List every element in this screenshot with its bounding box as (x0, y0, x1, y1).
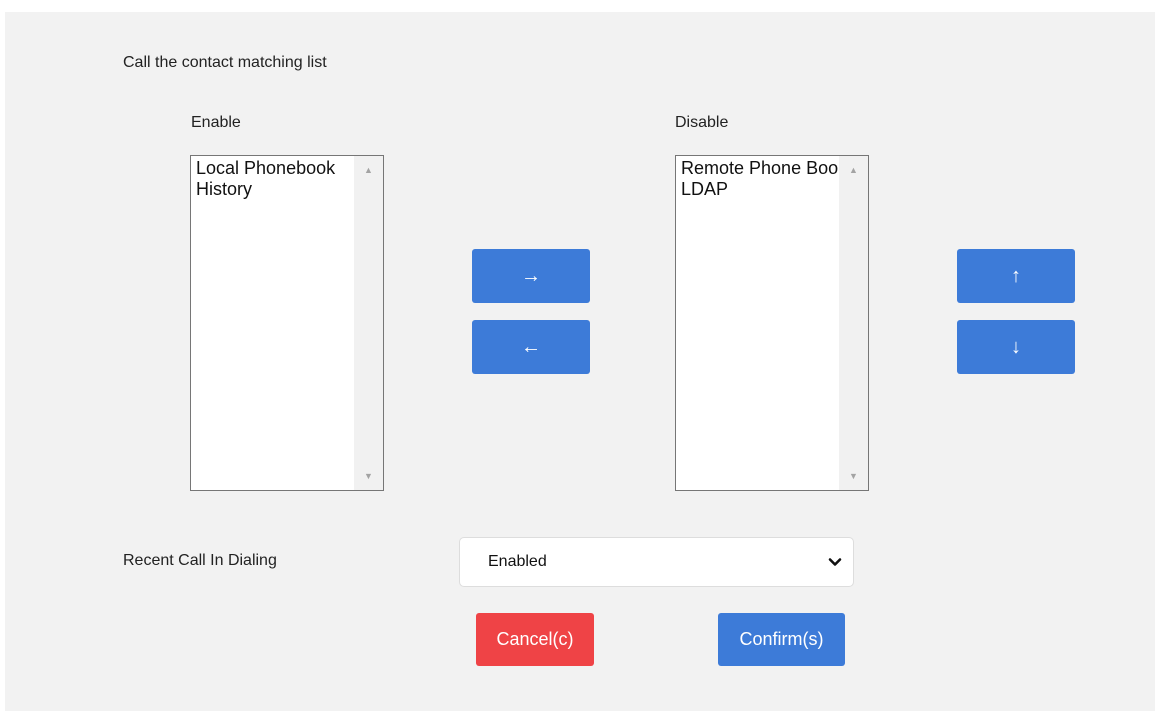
enable-label: Enable (191, 114, 241, 131)
recent-call-select-value: Enabled (488, 553, 547, 570)
enable-list-items: Local Phonebook History (191, 156, 354, 490)
enable-listbox[interactable]: Local Phonebook History ▲ ▼ (190, 155, 384, 491)
disable-listbox[interactable]: Remote Phone Book LDAP ▲ ▼ (675, 155, 869, 491)
move-left-button[interactable]: ← (472, 320, 590, 374)
scroll-up-icon[interactable]: ▲ (839, 161, 868, 179)
scroll-up-icon[interactable]: ▲ (354, 161, 383, 179)
move-up-button[interactable]: ↑ (957, 249, 1075, 303)
cancel-button[interactable]: Cancel(c) (476, 613, 594, 666)
recent-call-label: Recent Call In Dialing (123, 552, 277, 569)
enable-list-item[interactable]: Local Phonebook (191, 158, 354, 179)
enable-scrollbar[interactable]: ▲ ▼ (354, 156, 383, 490)
scroll-down-icon[interactable]: ▼ (839, 467, 868, 485)
disable-scrollbar[interactable]: ▲ ▼ (839, 156, 868, 490)
section-title: Call the contact matching list (123, 54, 327, 71)
chevron-down-icon (828, 558, 842, 566)
enable-list-item[interactable]: History (191, 179, 354, 200)
scroll-down-icon[interactable]: ▼ (354, 467, 383, 485)
disable-list-items: Remote Phone Book LDAP (676, 156, 839, 490)
disable-list-item[interactable]: LDAP (676, 179, 839, 200)
confirm-button[interactable]: Confirm(s) (718, 613, 845, 666)
disable-list-item[interactable]: Remote Phone Book (676, 158, 839, 179)
recent-call-select[interactable]: Enabled (459, 537, 854, 587)
move-right-button[interactable]: → (472, 249, 590, 303)
disable-label: Disable (675, 114, 729, 131)
move-down-button[interactable]: ↓ (957, 320, 1075, 374)
settings-panel: Call the contact matching list Enable Di… (5, 12, 1155, 711)
